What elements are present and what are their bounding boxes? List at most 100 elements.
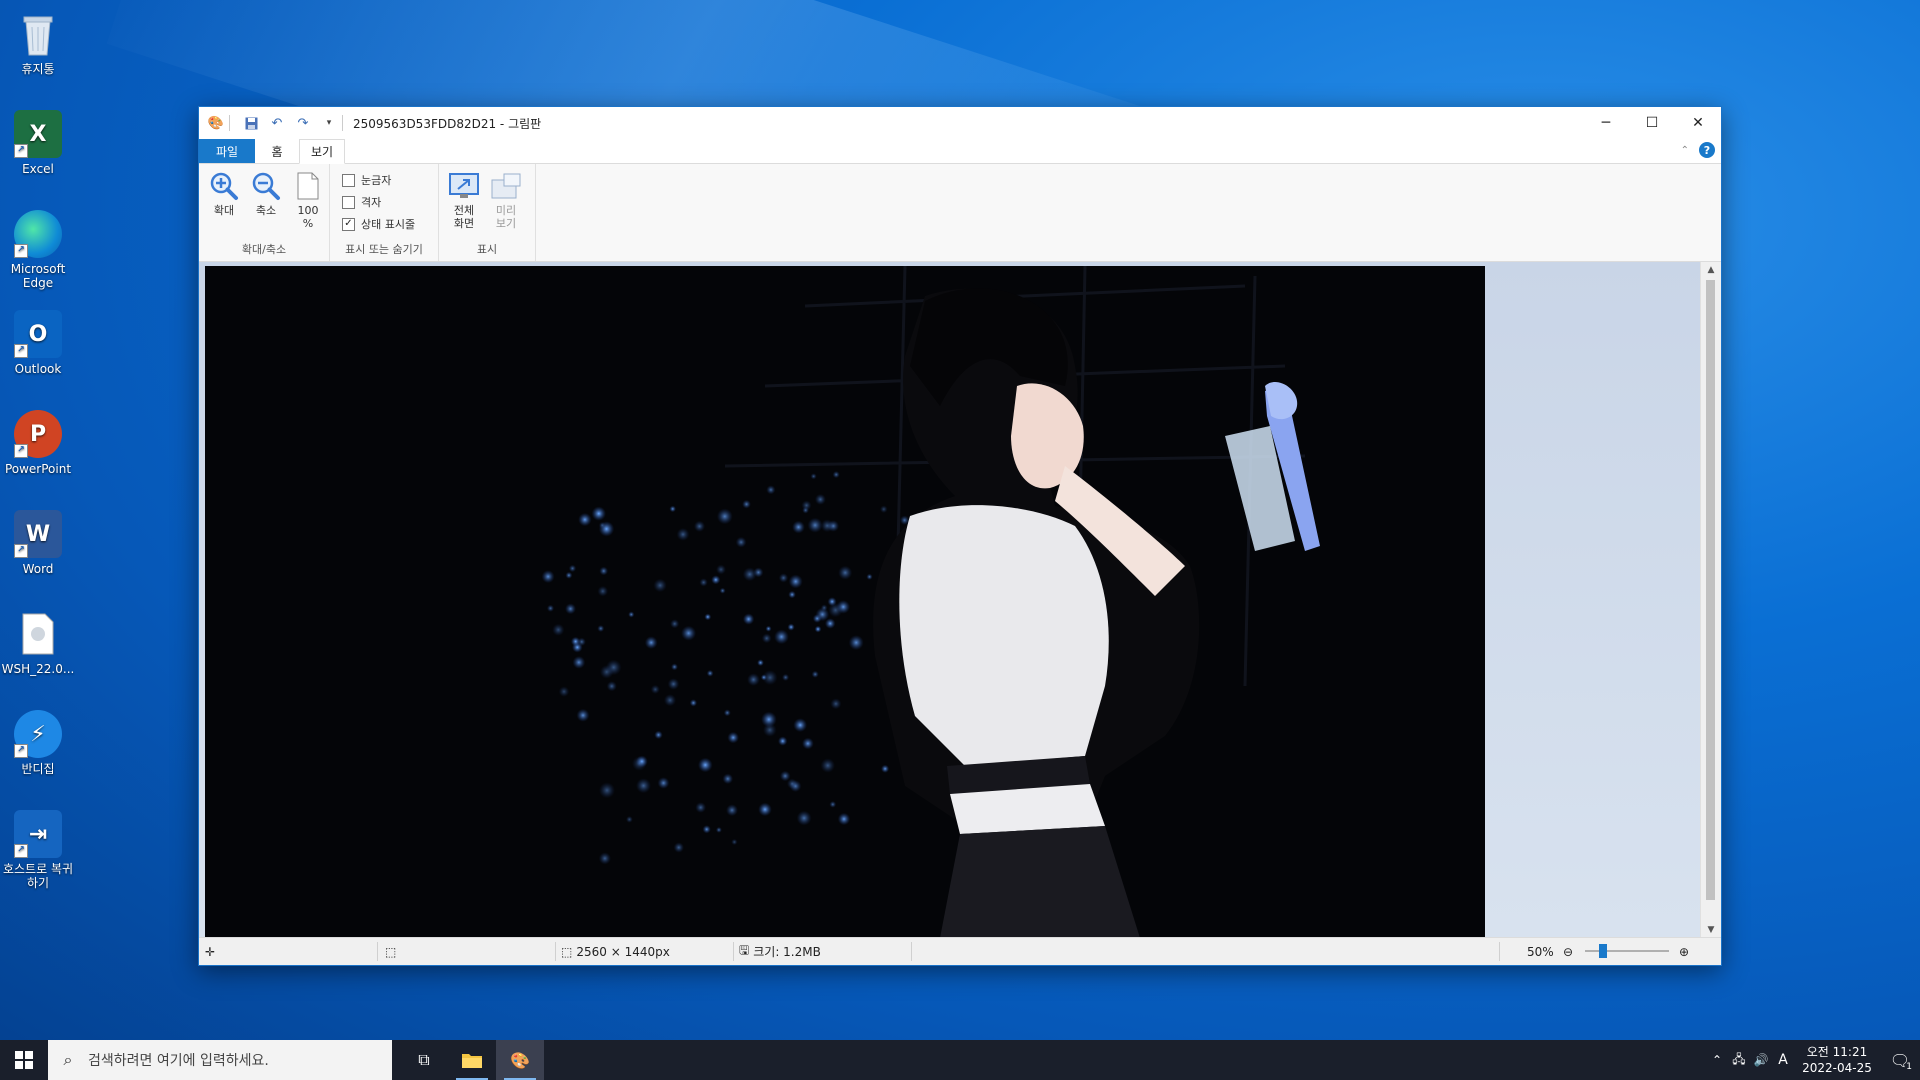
zoom-slider-thumb[interactable]	[1599, 944, 1608, 958]
start-button[interactable]	[0, 1040, 48, 1080]
zoom-in-small-icon[interactable]: ⊕	[1679, 938, 1689, 965]
taskbar-file-explorer[interactable]	[448, 1040, 496, 1080]
task-view-button[interactable]: ⧉	[400, 1040, 448, 1080]
customize-toolbar-icon[interactable]: ▾	[320, 114, 338, 132]
search-icon: ⌕	[63, 1050, 73, 1069]
paint-taskbar-icon: 🎨	[510, 1050, 530, 1070]
bokeh-light	[546, 604, 555, 612]
scroll-down-icon[interactable]: ▼	[1701, 922, 1721, 938]
desktop-icon-powerpoint[interactable]: P ↗ PowerPoint	[0, 404, 76, 476]
show-hidden-icons[interactable]: ⌃	[1706, 1053, 1728, 1067]
undo-icon[interactable]: ↶	[268, 114, 286, 132]
zoom-group: 확대 축소 100 % 확대/축소	[199, 164, 330, 261]
canvas-area[interactable]	[199, 262, 1701, 938]
bokeh-light	[765, 625, 772, 632]
ribbon: 확대 축소 100 % 확대/축소 눈금자 격자 ✓ 상태 표시줄 표시 또는 숨…	[199, 164, 1721, 262]
desktop-icon-word[interactable]: W ↗ Word	[0, 504, 76, 576]
ime-indicator[interactable]: A	[1772, 1052, 1794, 1068]
scroll-thumb[interactable]	[1706, 280, 1715, 900]
bokeh-light	[758, 802, 772, 817]
minimize-button[interactable]: ─	[1583, 107, 1629, 139]
bokeh-light	[597, 585, 609, 597]
network-icon[interactable]: 🖧	[1728, 1050, 1750, 1071]
notification-center-button[interactable]: 🗨 1	[1880, 1051, 1920, 1072]
desktop-icon-recycle-bin[interactable]: 휴지통	[0, 4, 76, 76]
collapse-ribbon-icon[interactable]: ⌃	[1681, 145, 1689, 156]
bokeh-light	[811, 670, 819, 678]
desktop-icon-outlook[interactable]: O ↗ Outlook	[0, 304, 76, 376]
bokeh-light	[541, 570, 555, 584]
zoom-100-button[interactable]: 100 %	[289, 170, 327, 230]
fullscreen-button[interactable]: 전체 화면	[445, 170, 483, 230]
bokeh-light	[716, 508, 733, 525]
scroll-up-icon[interactable]: ▲	[1701, 262, 1721, 278]
zoom-out-button[interactable]: 축소	[247, 170, 285, 217]
bokeh-light	[747, 673, 760, 686]
desktop-icon-bandizip[interactable]: ⚡ ↗ 반디집	[0, 704, 76, 776]
taskbar: ⌕ 검색하려면 여기에 입력하세요. ⧉ 🎨 ⌃ 🖧 🔊 A 오전 11:21 …	[0, 1040, 1920, 1080]
bokeh-light	[760, 674, 768, 681]
save-icon[interactable]	[242, 114, 260, 132]
canvas-image[interactable]	[205, 266, 1485, 938]
bokeh-light	[824, 618, 836, 629]
vertical-scrollbar[interactable]: ▲ ▼	[1700, 262, 1721, 938]
bokeh-light	[828, 602, 843, 618]
zoom-out-small-icon[interactable]: ⊖	[1563, 938, 1573, 965]
bokeh-light	[788, 590, 796, 599]
bokeh-light	[558, 686, 570, 697]
zoom-slider[interactable]	[1585, 944, 1669, 958]
redo-icon[interactable]: ↷	[294, 114, 312, 132]
folder-icon	[462, 1054, 482, 1068]
word-icon: W ↗	[14, 510, 62, 558]
desktop-icon-return-host[interactable]: ⇥ ↗ 호스트로 복귀하기	[0, 804, 76, 890]
desktop-icon-excel[interactable]: X ↗ Excel	[0, 104, 76, 176]
tab-home[interactable]: 홈	[255, 139, 299, 163]
desktop-icon-edge[interactable]: ↗ Microsoft Edge	[0, 204, 76, 290]
clock[interactable]: 오전 11:21 2022-04-25	[1794, 1044, 1880, 1076]
bokeh-light	[727, 731, 739, 744]
bokeh-light	[832, 471, 840, 479]
help-icon[interactable]: ?	[1699, 142, 1715, 158]
bokeh-light	[591, 506, 606, 521]
desktop-icon-wsh-file[interactable]: WSH_22.0...	[0, 604, 76, 676]
bokeh-light	[698, 757, 713, 773]
bokeh-light	[742, 499, 751, 509]
tab-view[interactable]: 보기	[299, 139, 345, 164]
bokeh-light	[653, 578, 667, 593]
taskbar-paint[interactable]: 🎨	[496, 1040, 544, 1080]
paint-window: 🎨 ↶ ↷ ▾ 2509563D53FDD82D21 - 그림판 ─ ☐ ✕ 파…	[198, 106, 1722, 966]
excel-icon: X ↗	[14, 110, 62, 158]
bokeh-light	[693, 520, 706, 532]
zoom-in-icon	[208, 170, 240, 202]
file-icon	[14, 610, 62, 658]
bokeh-light	[626, 816, 633, 823]
zoom-group-label: 확대/축소	[241, 243, 287, 256]
bokeh-light	[676, 528, 690, 541]
bokeh-light	[761, 633, 772, 644]
volume-icon[interactable]: 🔊	[1750, 1053, 1772, 1067]
bokeh-light	[598, 521, 606, 529]
close-button[interactable]: ✕	[1675, 107, 1721, 139]
tab-file[interactable]: 파일	[199, 139, 255, 163]
gridlines-checkbox[interactable]: 격자	[342, 194, 381, 210]
recycle-bin-icon	[14, 10, 62, 58]
bandizip-icon: ⚡ ↗	[14, 710, 62, 758]
rulers-checkbox[interactable]: 눈금자	[342, 172, 391, 188]
bokeh-light	[782, 673, 790, 681]
taskbar-search-box[interactable]: ⌕ 검색하려면 여기에 입력하세요.	[48, 1040, 392, 1080]
bokeh-light	[830, 698, 842, 710]
zoom-in-button[interactable]: 확대	[205, 170, 243, 217]
maximize-button[interactable]: ☐	[1629, 107, 1675, 139]
bokeh-light	[715, 826, 722, 833]
bokeh-light	[820, 758, 835, 773]
bokeh-light	[723, 709, 731, 717]
bokeh-light	[636, 755, 648, 768]
bokeh-light	[719, 587, 726, 594]
paint-app-icon[interactable]: 🎨	[207, 114, 225, 132]
bokeh-light	[704, 613, 712, 621]
bokeh-light	[899, 515, 910, 525]
task-view-icon: ⧉	[418, 1050, 430, 1069]
thumbnail-button[interactable]: 미리 보기	[487, 170, 525, 230]
statusbar-checkbox[interactable]: ✓ 상태 표시줄	[342, 216, 415, 232]
status-bar: ✛ ⬚ ⬚ 2560 × 1440px 🖫 크기: 1.2MB 50% ⊖ ⊕	[199, 937, 1721, 965]
